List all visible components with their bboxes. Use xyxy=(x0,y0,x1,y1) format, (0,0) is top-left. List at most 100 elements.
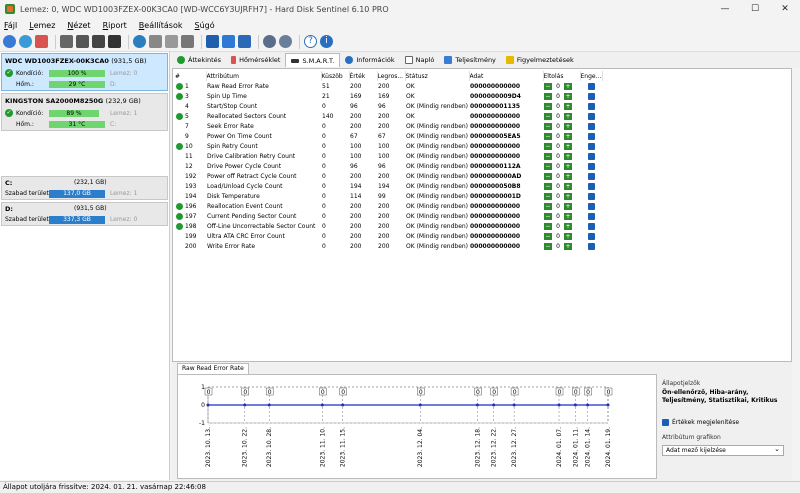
minus-icon[interactable]: − xyxy=(544,92,552,100)
tools-icon[interactable] xyxy=(35,35,48,48)
minus-icon[interactable]: − xyxy=(544,112,552,120)
plus-icon[interactable]: + xyxy=(564,152,572,160)
plus-icon[interactable]: + xyxy=(564,92,572,100)
report-icon[interactable] xyxy=(206,35,219,48)
minus-icon[interactable]: − xyxy=(544,82,552,90)
plus-icon[interactable]: + xyxy=(564,222,572,230)
refresh-all-icon[interactable] xyxy=(19,35,32,48)
table-row[interactable]: 196 Reallocation Event Count 0 200 200 OK (Mi… xyxy=(175,201,602,211)
enable-checkbox[interactable] xyxy=(588,172,595,180)
col-id[interactable]: # xyxy=(175,71,207,81)
tab-temperature[interactable]: Hőmérséklet xyxy=(226,53,285,67)
enable-checkbox[interactable] xyxy=(588,102,595,110)
plus-icon[interactable]: + xyxy=(564,162,572,170)
col-data[interactable]: Adat xyxy=(469,71,544,81)
email-icon[interactable] xyxy=(222,35,235,48)
tab-information[interactable]: Információk xyxy=(340,53,399,67)
enable-checkbox[interactable] xyxy=(588,212,595,220)
tab-smart[interactable]: S.M.A.R.T. xyxy=(285,53,341,67)
minus-icon[interactable]: − xyxy=(544,202,552,210)
copy-icon[interactable] xyxy=(181,35,194,48)
table-row[interactable]: 4 Start/Stop Count 0 96 96 OK (Mindig rendben… xyxy=(175,101,602,111)
table-row[interactable]: 12 Drive Power Cycle Count 0 96 96 OK (Mindig… xyxy=(175,161,602,171)
tab-alerts[interactable]: Figyelmeztetések xyxy=(501,53,579,67)
table-row[interactable]: 3 Spin Up Time 21 169 169 OK 0000000009D4 −0 + xyxy=(175,91,602,101)
enable-checkbox[interactable] xyxy=(588,232,595,240)
volume-item-d[interactable]: D: (931,5 GB) Szabad terület 337,3 GB Le… xyxy=(1,202,168,226)
chart-tab[interactable]: Raw Read Error Rate xyxy=(177,363,249,374)
minimize-button[interactable]: — xyxy=(710,0,740,18)
volume-item-c[interactable]: C: (232,1 GB) Szabad terület 137,0 GB Le… xyxy=(1,176,168,200)
help-icon[interactable]: ? xyxy=(304,35,317,48)
plus-icon[interactable]: + xyxy=(564,182,572,190)
enable-checkbox[interactable] xyxy=(588,242,595,250)
info-icon[interactable]: i xyxy=(320,35,333,48)
table-row[interactable]: 193 Load/Unload Cycle Count 0 194 194 OK (Min… xyxy=(175,181,602,191)
table-row[interactable]: 198 Off-Line Uncorrectable Sector Count 0 2… xyxy=(175,221,602,231)
tab-overview[interactable]: Áttekintés xyxy=(172,53,226,67)
tab-log[interactable]: Napló xyxy=(400,53,440,67)
col-worst[interactable]: Legros... xyxy=(377,71,406,81)
menu-help[interactable]: Súgó xyxy=(195,21,215,30)
plus-icon[interactable]: + xyxy=(564,202,572,210)
enable-checkbox[interactable] xyxy=(588,122,595,130)
graph-select[interactable]: Adat mező kijelzése xyxy=(662,444,784,456)
table-row[interactable]: 194 Disk Temperature 0 114 99 OK (Mindig rend… xyxy=(175,191,602,201)
table-row[interactable]: 192 Power off Retract Cycle Count 0 200 200 O… xyxy=(175,171,602,181)
col-attribute[interactable]: Attribútum xyxy=(206,71,322,81)
print-icon[interactable] xyxy=(165,35,178,48)
col-enable[interactable]: Enge... xyxy=(580,71,603,81)
plus-icon[interactable]: + xyxy=(564,172,572,180)
table-row[interactable]: 5 Reallocated Sectors Count 140 200 200 OK 000… xyxy=(175,111,602,121)
menu-view[interactable]: Nézet xyxy=(67,21,90,30)
table-row[interactable]: 200 Write Error Rate 0 200 200 OK (Mindig ren… xyxy=(175,241,602,251)
enable-checkbox[interactable] xyxy=(588,152,595,160)
hdd-info-icon[interactable] xyxy=(92,35,105,48)
email-send-icon[interactable] xyxy=(238,35,251,48)
table-row[interactable]: 7 Seek Error Rate 0 200 200 OK (Mindig rendbe… xyxy=(175,121,602,131)
table-row[interactable]: 10 Spin Retry Count 0 100 100 OK (Mindig rend… xyxy=(175,141,602,151)
checkbox-icon[interactable] xyxy=(662,419,669,426)
minus-icon[interactable]: − xyxy=(544,162,552,170)
hdd-remove-icon[interactable] xyxy=(108,35,121,48)
enable-checkbox[interactable] xyxy=(588,222,595,230)
minus-icon[interactable]: − xyxy=(544,182,552,190)
gear-alt-icon[interactable] xyxy=(279,35,292,48)
table-row[interactable]: 197 Current Pending Sector Count 0 200 200 OK… xyxy=(175,211,602,221)
minus-icon[interactable]: − xyxy=(544,152,552,160)
col-shift[interactable]: Eltolás xyxy=(543,71,581,81)
menu-file[interactable]: Fájl xyxy=(4,21,17,30)
enable-checkbox[interactable] xyxy=(588,202,595,210)
plus-icon[interactable]: + xyxy=(564,132,572,140)
enable-checkbox[interactable] xyxy=(588,162,595,170)
minus-icon[interactable]: − xyxy=(544,132,552,140)
minus-icon[interactable]: − xyxy=(544,122,552,130)
enable-checkbox[interactable] xyxy=(588,132,595,140)
minus-icon[interactable]: − xyxy=(544,212,552,220)
col-threshold[interactable]: Küszöb xyxy=(321,71,350,81)
enable-checkbox[interactable] xyxy=(588,182,595,190)
hdd-icon[interactable] xyxy=(60,35,73,48)
table-row[interactable]: 199 Ultra ATA CRC Error Count 0 200 200 OK (M… xyxy=(175,231,602,241)
enable-checkbox[interactable] xyxy=(588,112,595,120)
table-row[interactable]: 9 Power On Time Count 0 67 67 OK (Mindig rend… xyxy=(175,131,602,141)
col-value[interactable]: Érték xyxy=(349,71,378,81)
network-icon[interactable] xyxy=(133,35,146,48)
menu-report[interactable]: Riport xyxy=(103,21,127,30)
menu-disk[interactable]: Lemez xyxy=(29,21,55,30)
show-values-checkbox[interactable]: Értékek megjelenítése xyxy=(662,419,792,426)
plus-icon[interactable]: + xyxy=(564,122,572,130)
minus-icon[interactable]: − xyxy=(544,192,552,200)
enable-checkbox[interactable] xyxy=(588,192,595,200)
plus-icon[interactable]: + xyxy=(564,242,572,250)
close-button[interactable]: ✕ xyxy=(770,0,800,18)
plus-icon[interactable]: + xyxy=(564,142,572,150)
disk-item-1[interactable]: KINGSTON SA2000M8250G (232,9 GB) ✓ Kondí… xyxy=(1,93,168,131)
minus-icon[interactable]: − xyxy=(544,222,552,230)
plus-icon[interactable]: + xyxy=(564,82,572,90)
table-row[interactable]: 11 Drive Calibration Retry Count 0 100 100 OK… xyxy=(175,151,602,161)
minus-icon[interactable]: − xyxy=(544,142,552,150)
col-status[interactable]: Státusz xyxy=(405,71,470,81)
upload-icon[interactable] xyxy=(149,35,162,48)
disk-item-0[interactable]: WDC WD1003FZEX-00K3CA0 (931,5 GB) ✓ Kond… xyxy=(1,53,168,91)
